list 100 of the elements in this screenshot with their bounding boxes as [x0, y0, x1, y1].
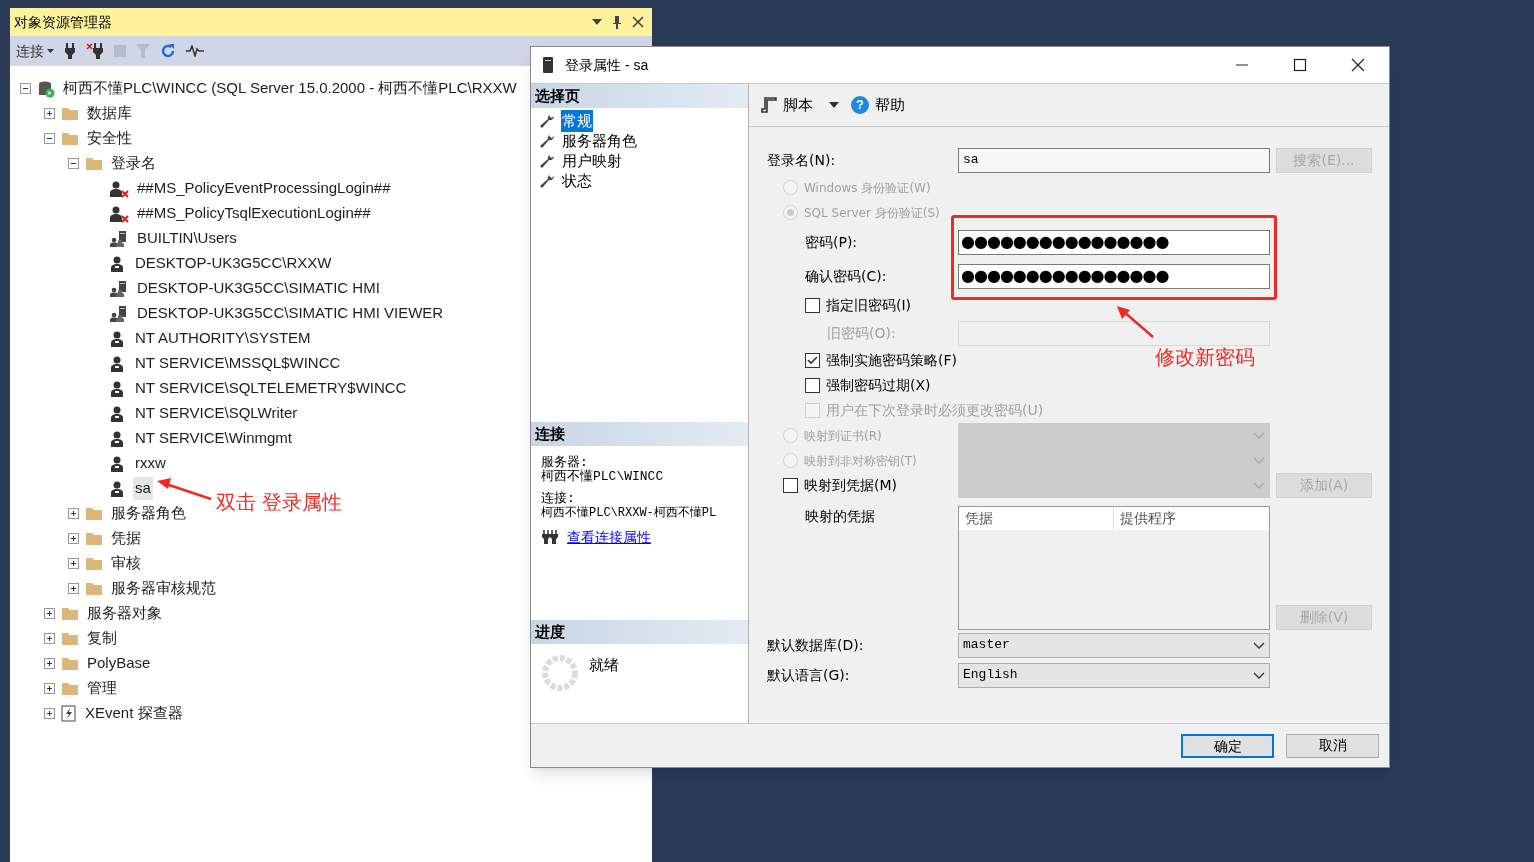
expand-icon[interactable]	[44, 633, 55, 644]
folder-icon	[61, 681, 79, 696]
checkbox-label: 映射到凭据(M)	[804, 476, 897, 495]
ok-button[interactable]: 确定	[1181, 733, 1274, 758]
field-label: 旧密码(O):	[827, 323, 896, 343]
server-tower-icon	[543, 57, 553, 73]
activity-wave-icon	[186, 45, 204, 57]
caret-icon	[829, 102, 839, 108]
wrench-icon	[539, 113, 555, 129]
maximize-icon	[1293, 58, 1307, 72]
tree-item[interactable]: NT SERVICE\MSSQL$WINCC	[133, 352, 343, 375]
collapse-icon[interactable]	[44, 133, 55, 144]
dropdown-icon	[592, 19, 602, 25]
folder-icon	[85, 556, 103, 571]
stop-icon	[114, 45, 126, 57]
tree-item[interactable]: 管理	[85, 677, 119, 700]
folder-icon	[61, 656, 79, 671]
help-icon: ?	[851, 96, 869, 114]
radio-label: Windows 身份验证(W)	[804, 179, 931, 197]
arrow	[157, 478, 212, 501]
chevron-down-icon	[1253, 671, 1265, 679]
input-field[interactable]: sa	[958, 147, 1270, 173]
tree-item[interactable]: 数据库	[85, 102, 134, 125]
tree-item[interactable]: 安全性	[85, 127, 134, 150]
expand-icon[interactable]	[44, 683, 55, 694]
tree-item[interactable]: DESKTOP-UK3G5CC\SIMATIC HMI	[135, 277, 382, 300]
database-server-icon	[37, 79, 55, 98]
panel-title: 对象资源管理器	[14, 12, 112, 32]
folder-icon	[85, 531, 103, 546]
input-field[interactable]	[958, 320, 1270, 346]
tree-item[interactable]: ##MS_PolicyTsqlExecutionLogin##	[135, 202, 373, 225]
connection-value: 柯西不懂PLC\RXXW-柯西不懂PL	[541, 506, 718, 520]
page-item[interactable]: 常规	[561, 109, 593, 133]
tree-item[interactable]: rxxw	[133, 452, 168, 475]
tree-item[interactable]: NT SERVICE\SQLTELEMETRY$WINCC	[133, 377, 409, 400]
tree-item[interactable]: PolyBase	[85, 652, 153, 675]
dropdown-field[interactable]: master	[958, 632, 1270, 658]
folder-icon	[85, 506, 103, 521]
progress-status: 就绪	[589, 655, 619, 675]
help-button[interactable]: ? 帮助	[851, 93, 905, 117]
disabled-user-icon	[109, 204, 129, 223]
folder-icon	[61, 606, 79, 621]
expand-icon[interactable]	[44, 108, 55, 119]
lightning-box-icon	[61, 705, 77, 722]
tree-item[interactable]: NT SERVICE\SQLWriter	[133, 402, 300, 425]
connect-button[interactable]: 连接	[16, 40, 54, 62]
tree-item[interactable]: 凭据	[109, 527, 143, 550]
chevron-down-icon	[1253, 432, 1265, 439]
collapse-icon[interactable]	[20, 83, 31, 94]
tree-item[interactable]: ##MS_PolicyEventProcessingLogin##	[135, 177, 393, 200]
chevron-down-icon	[1253, 641, 1265, 649]
tree-item[interactable]: sa	[133, 477, 153, 500]
plug-icon	[64, 43, 76, 59]
arrow	[1117, 306, 1154, 338]
annotation-text: 修改新密码	[1155, 345, 1255, 370]
expand-icon[interactable]	[44, 608, 55, 619]
tree-item[interactable]: 复制	[85, 627, 119, 650]
script-icon	[761, 97, 777, 113]
tree-item[interactable]: XEvent 探查器	[83, 702, 185, 725]
field-label: 映射的凭据	[805, 507, 875, 526]
collapse-icon[interactable]	[68, 158, 79, 169]
close-icon	[1351, 58, 1365, 72]
spinner-icon	[541, 654, 579, 692]
expand-icon[interactable]	[44, 658, 55, 669]
user-group-icon	[109, 304, 129, 323]
wrench-icon	[539, 133, 555, 149]
expand-icon[interactable]	[44, 708, 55, 719]
expand-icon[interactable]	[68, 583, 79, 594]
tree-item[interactable]: 服务器审核规范	[109, 577, 218, 600]
view-connection-properties-link[interactable]: 查看连接属性	[567, 530, 651, 544]
tree-item[interactable]: DESKTOP-UK3G5CC\SIMATIC HMI VIEWER	[135, 302, 446, 325]
tree-item[interactable]: BUILTIN\Users	[135, 227, 239, 250]
script-button[interactable]: 脚本	[761, 93, 813, 117]
field-label: 默认语言(G):	[767, 665, 850, 685]
tree-item[interactable]: 登录名	[109, 152, 158, 175]
folder-icon	[61, 106, 79, 121]
disconnect-plug-icon	[86, 43, 104, 59]
tree-item[interactable]: 审核	[109, 552, 143, 575]
wrench-icon	[539, 173, 555, 189]
user-group-icon	[109, 229, 129, 248]
checkbox[interactable]	[783, 478, 798, 493]
field-label: 默认数据库(D):	[767, 635, 864, 655]
tree-item[interactable]: NT SERVICE\Winmgmt	[133, 427, 294, 450]
tree-item[interactable]: 服务器对象	[85, 602, 164, 625]
tree-item[interactable]: 柯西不懂PLC\WINCC (SQL Server 15.0.2000 - 柯西不懂PLC\RXXW	[61, 77, 519, 100]
folder-icon	[61, 131, 79, 146]
field-label: 确认密码(C):	[805, 266, 887, 286]
tree-item[interactable]: DESKTOP-UK3G5CC\RXXW	[133, 252, 334, 275]
expand-icon[interactable]	[68, 558, 79, 569]
server-value: 柯西不懂PLC\WINCC	[541, 470, 665, 484]
section-header: 连接	[531, 422, 748, 446]
cancel-button[interactable]: 取消	[1286, 733, 1379, 758]
tree-item[interactable]: 服务器角色	[109, 502, 188, 525]
expand-icon[interactable]	[68, 533, 79, 544]
expand-icon[interactable]	[68, 508, 79, 519]
radio-label: SQL Server 身份验证(S)	[804, 204, 940, 222]
tree-item[interactable]: NT AUTHORITY\SYSTEM	[133, 327, 313, 350]
folder-icon	[61, 631, 79, 646]
field-label: 登录名(N):	[767, 150, 836, 170]
dropdown-field[interactable]: English	[958, 662, 1270, 688]
